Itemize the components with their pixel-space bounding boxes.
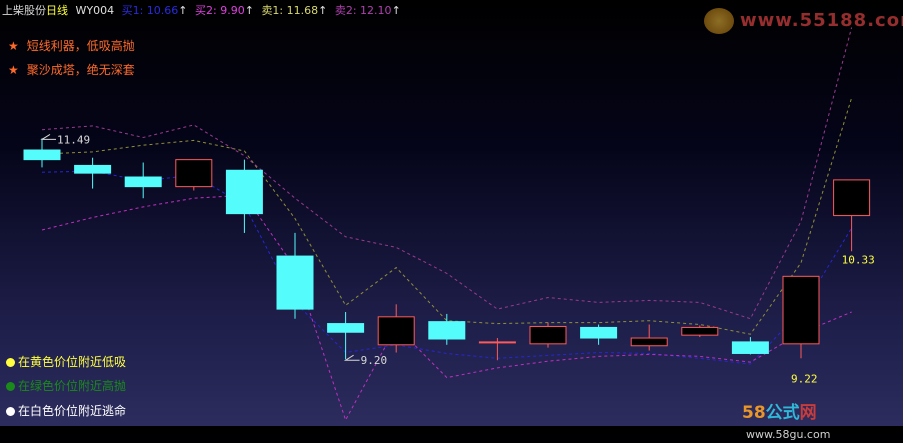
- note-2: ★ 聚沙成塔，绝无深套: [8, 63, 135, 77]
- candle: [175, 159, 213, 191]
- candle: [681, 325, 719, 338]
- price-label: 9.22: [791, 372, 818, 385]
- candles: [23, 138, 871, 361]
- sell1-value: 卖1: 11.68↑: [261, 4, 328, 17]
- candle: [377, 304, 415, 353]
- candle-body: [175, 159, 213, 188]
- price-pointer: [40, 133, 56, 140]
- candle: [428, 313, 466, 345]
- note-1: ★ 短线利器，低吸高抛: [8, 39, 135, 53]
- candle-body: [833, 179, 871, 217]
- watermark-bottom: 58公式网www.58gu.com: [742, 403, 831, 441]
- candle-body: [580, 326, 618, 339]
- candle-body: [731, 341, 769, 354]
- candle-body: [681, 326, 719, 336]
- chart-header: 上柴股份日线 WY004 买1: 10.66↑ 买2: 9.90↑ 卖1: 11…: [2, 2, 405, 18]
- dot-icon: [6, 382, 15, 391]
- star-icon: ★: [8, 63, 19, 77]
- candle: [327, 312, 365, 360]
- candle-body: [225, 169, 263, 215]
- candle: [529, 322, 567, 348]
- site-logo-icon: [704, 8, 734, 34]
- candle: [731, 337, 769, 355]
- price-label: 10.33: [842, 253, 875, 266]
- candle: [630, 324, 668, 351]
- legend-yellow: 在黄色价位附近低吸: [6, 353, 126, 370]
- line-magenta: [41, 194, 852, 422]
- candle: [124, 162, 162, 199]
- line-purple: [41, 27, 853, 320]
- candle-body: [124, 176, 162, 188]
- candle-body: [23, 149, 61, 161]
- candle: [225, 159, 263, 233]
- buy2-value: 买2: 9.90↑: [195, 4, 254, 17]
- period-label: 日线: [46, 4, 68, 17]
- candlestick-chart: 11.49 9.20 9.22 10.33: [23, 27, 875, 422]
- sell2-value: 卖2: 12.10↑: [334, 4, 401, 17]
- candle: [782, 275, 820, 359]
- candle: [74, 157, 112, 189]
- candle-body: [74, 164, 112, 174]
- line-olive: [41, 97, 853, 335]
- price-label: 11.49: [57, 133, 90, 146]
- legend-white: 在白色价位附近逃命: [6, 402, 126, 419]
- stock-name: 上柴股份: [2, 4, 46, 17]
- indicator-lines: [41, 27, 853, 422]
- candle-body: [529, 325, 567, 345]
- price-label: 9.20: [361, 354, 388, 367]
- candle-body: [327, 323, 365, 333]
- watermark-top: www.55188.com: [704, 8, 903, 36]
- candle: [276, 232, 314, 319]
- candle-body: [782, 275, 820, 345]
- buy1-value: 买1: 10.66↑: [121, 4, 188, 17]
- dot-icon: [6, 407, 15, 416]
- candle: [580, 324, 618, 345]
- candle-body: [428, 321, 466, 340]
- candle-body: [377, 316, 415, 346]
- candle: [23, 138, 61, 168]
- candle: [478, 338, 516, 361]
- candle-body: [276, 255, 314, 310]
- star-icon: ★: [8, 39, 19, 53]
- legend-green: 在绿色价位附近高抛: [6, 377, 126, 394]
- candle-body: [478, 341, 516, 344]
- dot-icon: [6, 358, 15, 367]
- indicator-name: WY004: [75, 4, 115, 17]
- candle-body: [630, 337, 668, 347]
- candle: [833, 179, 871, 252]
- price-pointer: [343, 354, 360, 361]
